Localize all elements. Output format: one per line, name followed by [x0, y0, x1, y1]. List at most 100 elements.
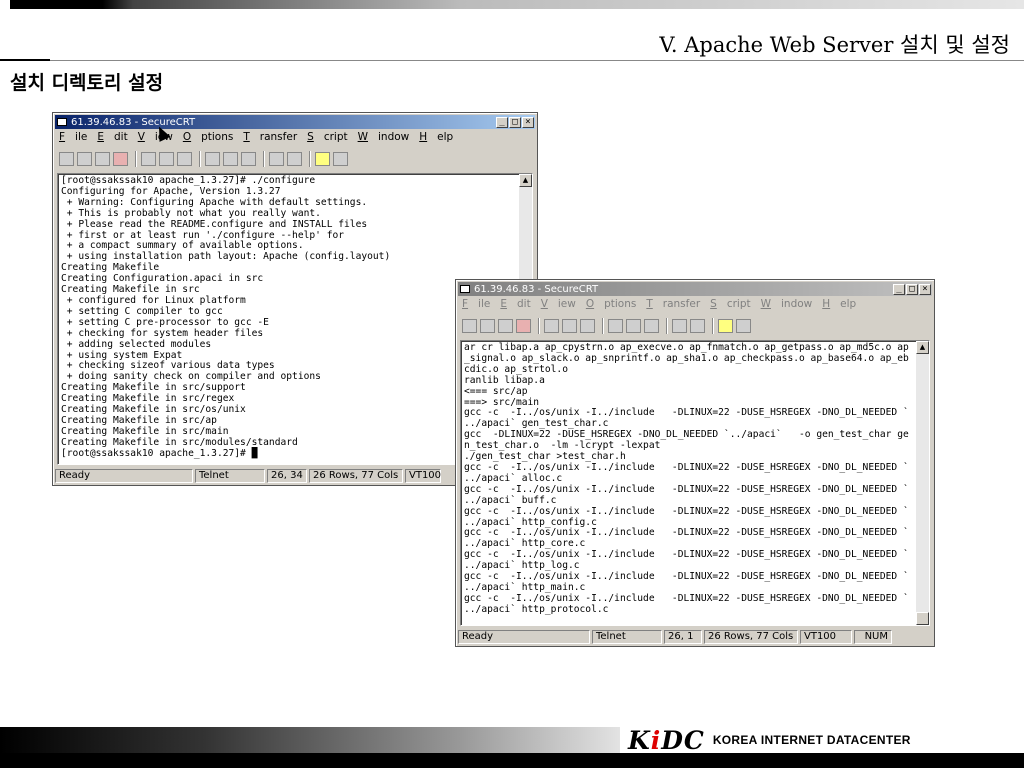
connect-icon[interactable] — [462, 319, 477, 333]
terminal-output[interactable]: ar cr libap.a ap_cpystrn.o ap_execve.o a… — [460, 340, 930, 626]
minimize-button[interactable]: _ — [893, 283, 905, 295]
toolbar-separator — [309, 151, 311, 167]
scroll-thumb[interactable] — [916, 612, 929, 625]
menu-script[interactable]: Script — [710, 298, 750, 312]
paste-icon[interactable] — [159, 152, 174, 166]
top-decor-bar — [0, 0, 1024, 9]
toolbar-separator — [712, 318, 714, 334]
kidc-logo-mark: KiDC — [628, 725, 705, 755]
settings-icon[interactable] — [287, 152, 302, 166]
options-icon[interactable] — [269, 152, 284, 166]
terminal-line: gcc -c -I../os/unix -I../include -DLINUX… — [464, 505, 909, 517]
terminal-line: + Please read the README.configure and I… — [61, 218, 368, 230]
status-cursor-position: 26, 1 — [664, 630, 702, 644]
menu-options[interactable]: Options — [183, 131, 234, 145]
terminal-lines: [root@ssakssak10 apache_1.3.27]# ./confi… — [61, 175, 518, 460]
terminal-line: <=== src/ap — [464, 385, 528, 397]
scroll-up-button[interactable]: ▲ — [519, 174, 532, 187]
status-protocol: Telnet — [195, 469, 265, 483]
terminal-line: + checking for system header files — [61, 327, 264, 339]
menu-edit[interactable]: Edit — [500, 298, 530, 312]
menu-window[interactable]: Window — [358, 131, 410, 145]
securecrt-window-make[interactable]: 61.39.46.83 - SecureCRT _ □ × File Edit … — [455, 279, 935, 647]
terminal-line: + This is probably not what you really w… — [61, 207, 321, 219]
maximize-button[interactable]: □ — [509, 116, 521, 128]
find-icon[interactable] — [177, 152, 192, 166]
menu-transfer[interactable]: Transfer — [646, 298, 700, 312]
quick-connect-icon[interactable] — [77, 152, 92, 166]
reconnect-icon[interactable] — [498, 319, 513, 333]
minimize-button[interactable]: _ — [496, 116, 508, 128]
toolbar-separator — [602, 318, 604, 334]
menu-file[interactable]: File — [59, 131, 87, 145]
toolbar-separator — [538, 318, 540, 334]
window-titlebar[interactable]: 61.39.46.83 - SecureCRT _ □ × — [458, 282, 932, 296]
toolbar-separator — [263, 151, 265, 167]
terminal-line: ../apaci` http_protocol.c — [464, 603, 609, 615]
status-protocol: Telnet — [592, 630, 662, 644]
terminal-line: ranlib libap.a — [464, 374, 545, 386]
close-button[interactable]: × — [919, 283, 931, 295]
menu-file[interactable]: File — [462, 298, 490, 312]
status-ready: Ready — [458, 630, 590, 644]
status-ready: Ready — [55, 469, 193, 483]
help-icon[interactable] — [315, 152, 330, 166]
menu-help[interactable]: Help — [822, 298, 856, 312]
menu-help[interactable]: Help — [419, 131, 453, 145]
title-rule — [0, 60, 1024, 61]
toolbar — [59, 150, 351, 168]
window-title: 61.39.46.83 - SecureCRT — [71, 116, 196, 128]
about-icon[interactable] — [333, 152, 348, 166]
copy-icon[interactable] — [141, 152, 156, 166]
about-icon[interactable] — [736, 319, 751, 333]
paste-icon[interactable] — [562, 319, 577, 333]
help-icon[interactable] — [718, 319, 733, 333]
status-dimensions: 26 Rows, 77 Cols — [309, 469, 403, 483]
menu-window[interactable]: Window — [761, 298, 813, 312]
menu-bar: File Edit View Options Transfer Script W… — [462, 298, 866, 312]
close-button[interactable]: × — [522, 116, 534, 128]
slide-title: V. Apache Web Server 설치 및 설정 — [659, 33, 1010, 57]
terminal-line: ../apaci` buff.c — [464, 494, 557, 506]
menu-view[interactable]: View — [541, 298, 576, 312]
status-emulation: VT100 — [800, 630, 852, 644]
window-title: 61.39.46.83 - SecureCRT — [474, 283, 599, 295]
options-icon[interactable] — [672, 319, 687, 333]
status-cursor-position: 26, 34 — [267, 469, 307, 483]
find-icon[interactable] — [580, 319, 595, 333]
toolbar-separator — [135, 151, 137, 167]
menu-script[interactable]: Script — [307, 131, 347, 145]
terminal-icon — [57, 118, 67, 126]
print-setup-icon[interactable] — [626, 319, 641, 333]
terminal-line: + adding selected modules — [61, 338, 212, 350]
printer-icon[interactable] — [644, 319, 659, 333]
maximize-button[interactable]: □ — [906, 283, 918, 295]
title-rule-accent — [0, 59, 50, 61]
settings-icon[interactable] — [690, 319, 705, 333]
toolbar — [462, 317, 754, 335]
disconnect-icon[interactable] — [516, 319, 531, 333]
menu-options[interactable]: Options — [586, 298, 637, 312]
status-emulation: VT100 — [405, 469, 441, 483]
terminal-lines: ar cr libap.a ap_cpystrn.o ap_execve.o a… — [464, 342, 915, 616]
menu-transfer[interactable]: Transfer — [243, 131, 297, 145]
vertical-scrollbar[interactable]: ▲ — [916, 341, 929, 625]
print-setup-icon[interactable] — [223, 152, 238, 166]
scroll-up-button[interactable]: ▲ — [916, 341, 929, 354]
print-icon[interactable] — [205, 152, 220, 166]
menu-bar: File Edit View Options Transfer Script W… — [59, 131, 463, 145]
print-icon[interactable] — [608, 319, 623, 333]
kidc-logo-text: KOREA INTERNET DATACENTER — [712, 733, 911, 747]
section-heading: 설치 디렉토리 설정 — [10, 72, 164, 94]
reconnect-icon[interactable] — [95, 152, 110, 166]
toolbar-separator — [199, 151, 201, 167]
status-numlock: NUM — [854, 630, 892, 644]
connect-icon[interactable] — [59, 152, 74, 166]
window-titlebar[interactable]: 61.39.46.83 - SecureCRT _ □ × — [55, 115, 535, 129]
status-dimensions: 26 Rows, 77 Cols — [704, 630, 798, 644]
quick-connect-icon[interactable] — [480, 319, 495, 333]
menu-edit[interactable]: Edit — [97, 131, 127, 145]
disconnect-icon[interactable] — [113, 152, 128, 166]
copy-icon[interactable] — [544, 319, 559, 333]
printer-icon[interactable] — [241, 152, 256, 166]
